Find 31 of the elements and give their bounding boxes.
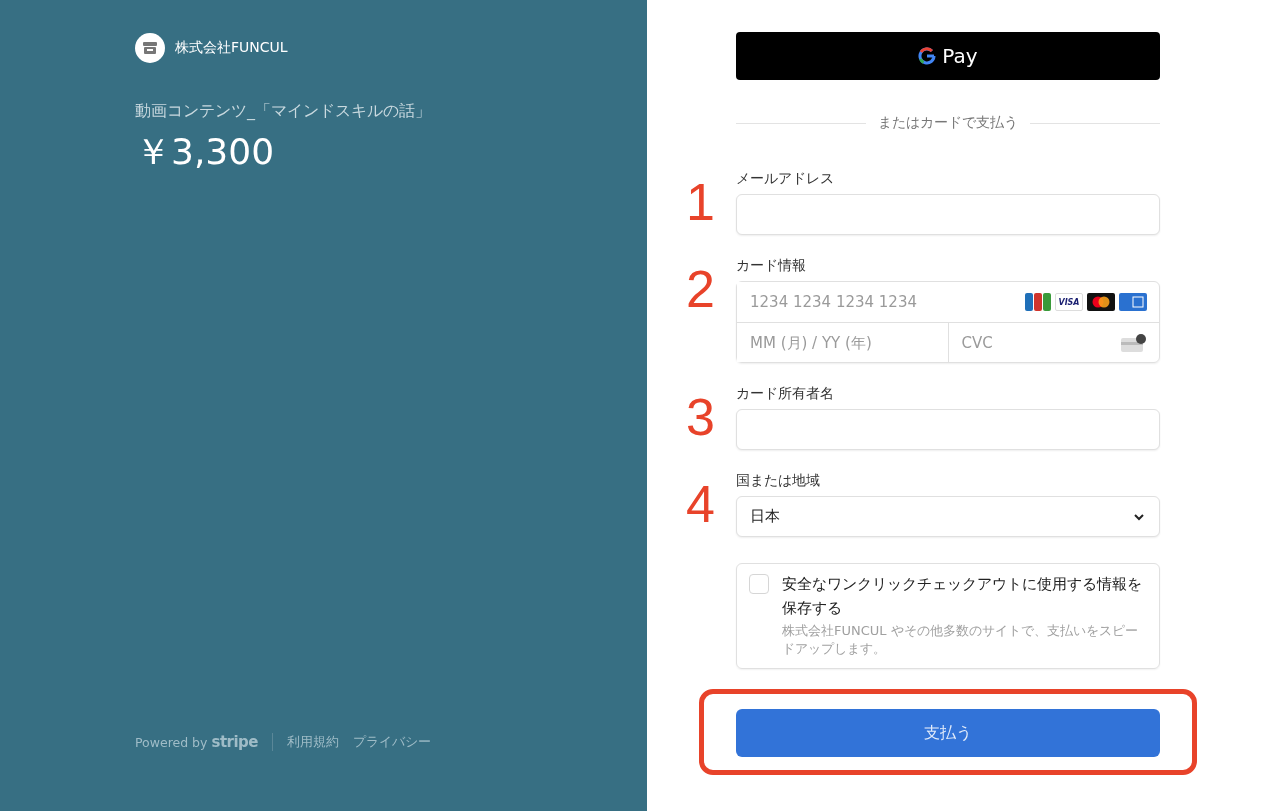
- step-number: 3: [686, 391, 715, 443]
- product-price: ￥3,300: [135, 130, 276, 174]
- jcb-card-icon: [1025, 293, 1051, 311]
- g-logo-icon: [918, 47, 937, 65]
- visa-card-icon: VISA: [1055, 293, 1083, 311]
- expiry-field[interactable]: MM (月) / YY (年): [737, 323, 936, 362]
- step-number: 2: [686, 263, 715, 315]
- field-label: カード情報: [736, 257, 807, 275]
- field-label: 国または地域: [736, 472, 821, 490]
- step-number: 1: [686, 176, 715, 228]
- save-info-description: 株式会社FUNCUL やその他多数のサイトで、支払いをスピードアップします。: [782, 622, 1139, 658]
- card-number-field[interactable]: 1234 1234 1234 1234: [737, 282, 1025, 322]
- input-field[interactable]: [736, 409, 1160, 450]
- powered-by-text: Powered by stripe: [135, 733, 258, 751]
- amex-card-icon: [1119, 293, 1147, 311]
- google-pay-button[interactable]: Pay: [736, 32, 1160, 80]
- cvc-card-icon: [1121, 333, 1147, 352]
- step-number: 4: [686, 478, 715, 530]
- mastercard-icon: [1087, 293, 1115, 311]
- checkbox[interactable]: [749, 574, 769, 594]
- country-select[interactable]: 日本: [736, 496, 1160, 537]
- product-name: 動画コンテンツ_「マインドスキルの話」: [135, 101, 432, 122]
- input-field[interactable]: [736, 194, 1160, 235]
- card-input-group[interactable]: 1234 1234 1234 1234 VISA MM (月) / YY (年) CVC: [736, 281, 1160, 363]
- field-label: メールアドレス: [736, 170, 835, 188]
- store-logo-icon: [135, 33, 165, 63]
- merchant-name: 株式会社FUNCUL: [175, 39, 288, 57]
- save-info-title: 安全なワンクリックチェックアウトに使用する情報を保存する: [782, 575, 1143, 618]
- divider-label: またはカードで支払う: [878, 114, 1018, 132]
- pay-button[interactable]: 支払う: [736, 709, 1160, 757]
- field-label: カード所有者名: [736, 385, 835, 403]
